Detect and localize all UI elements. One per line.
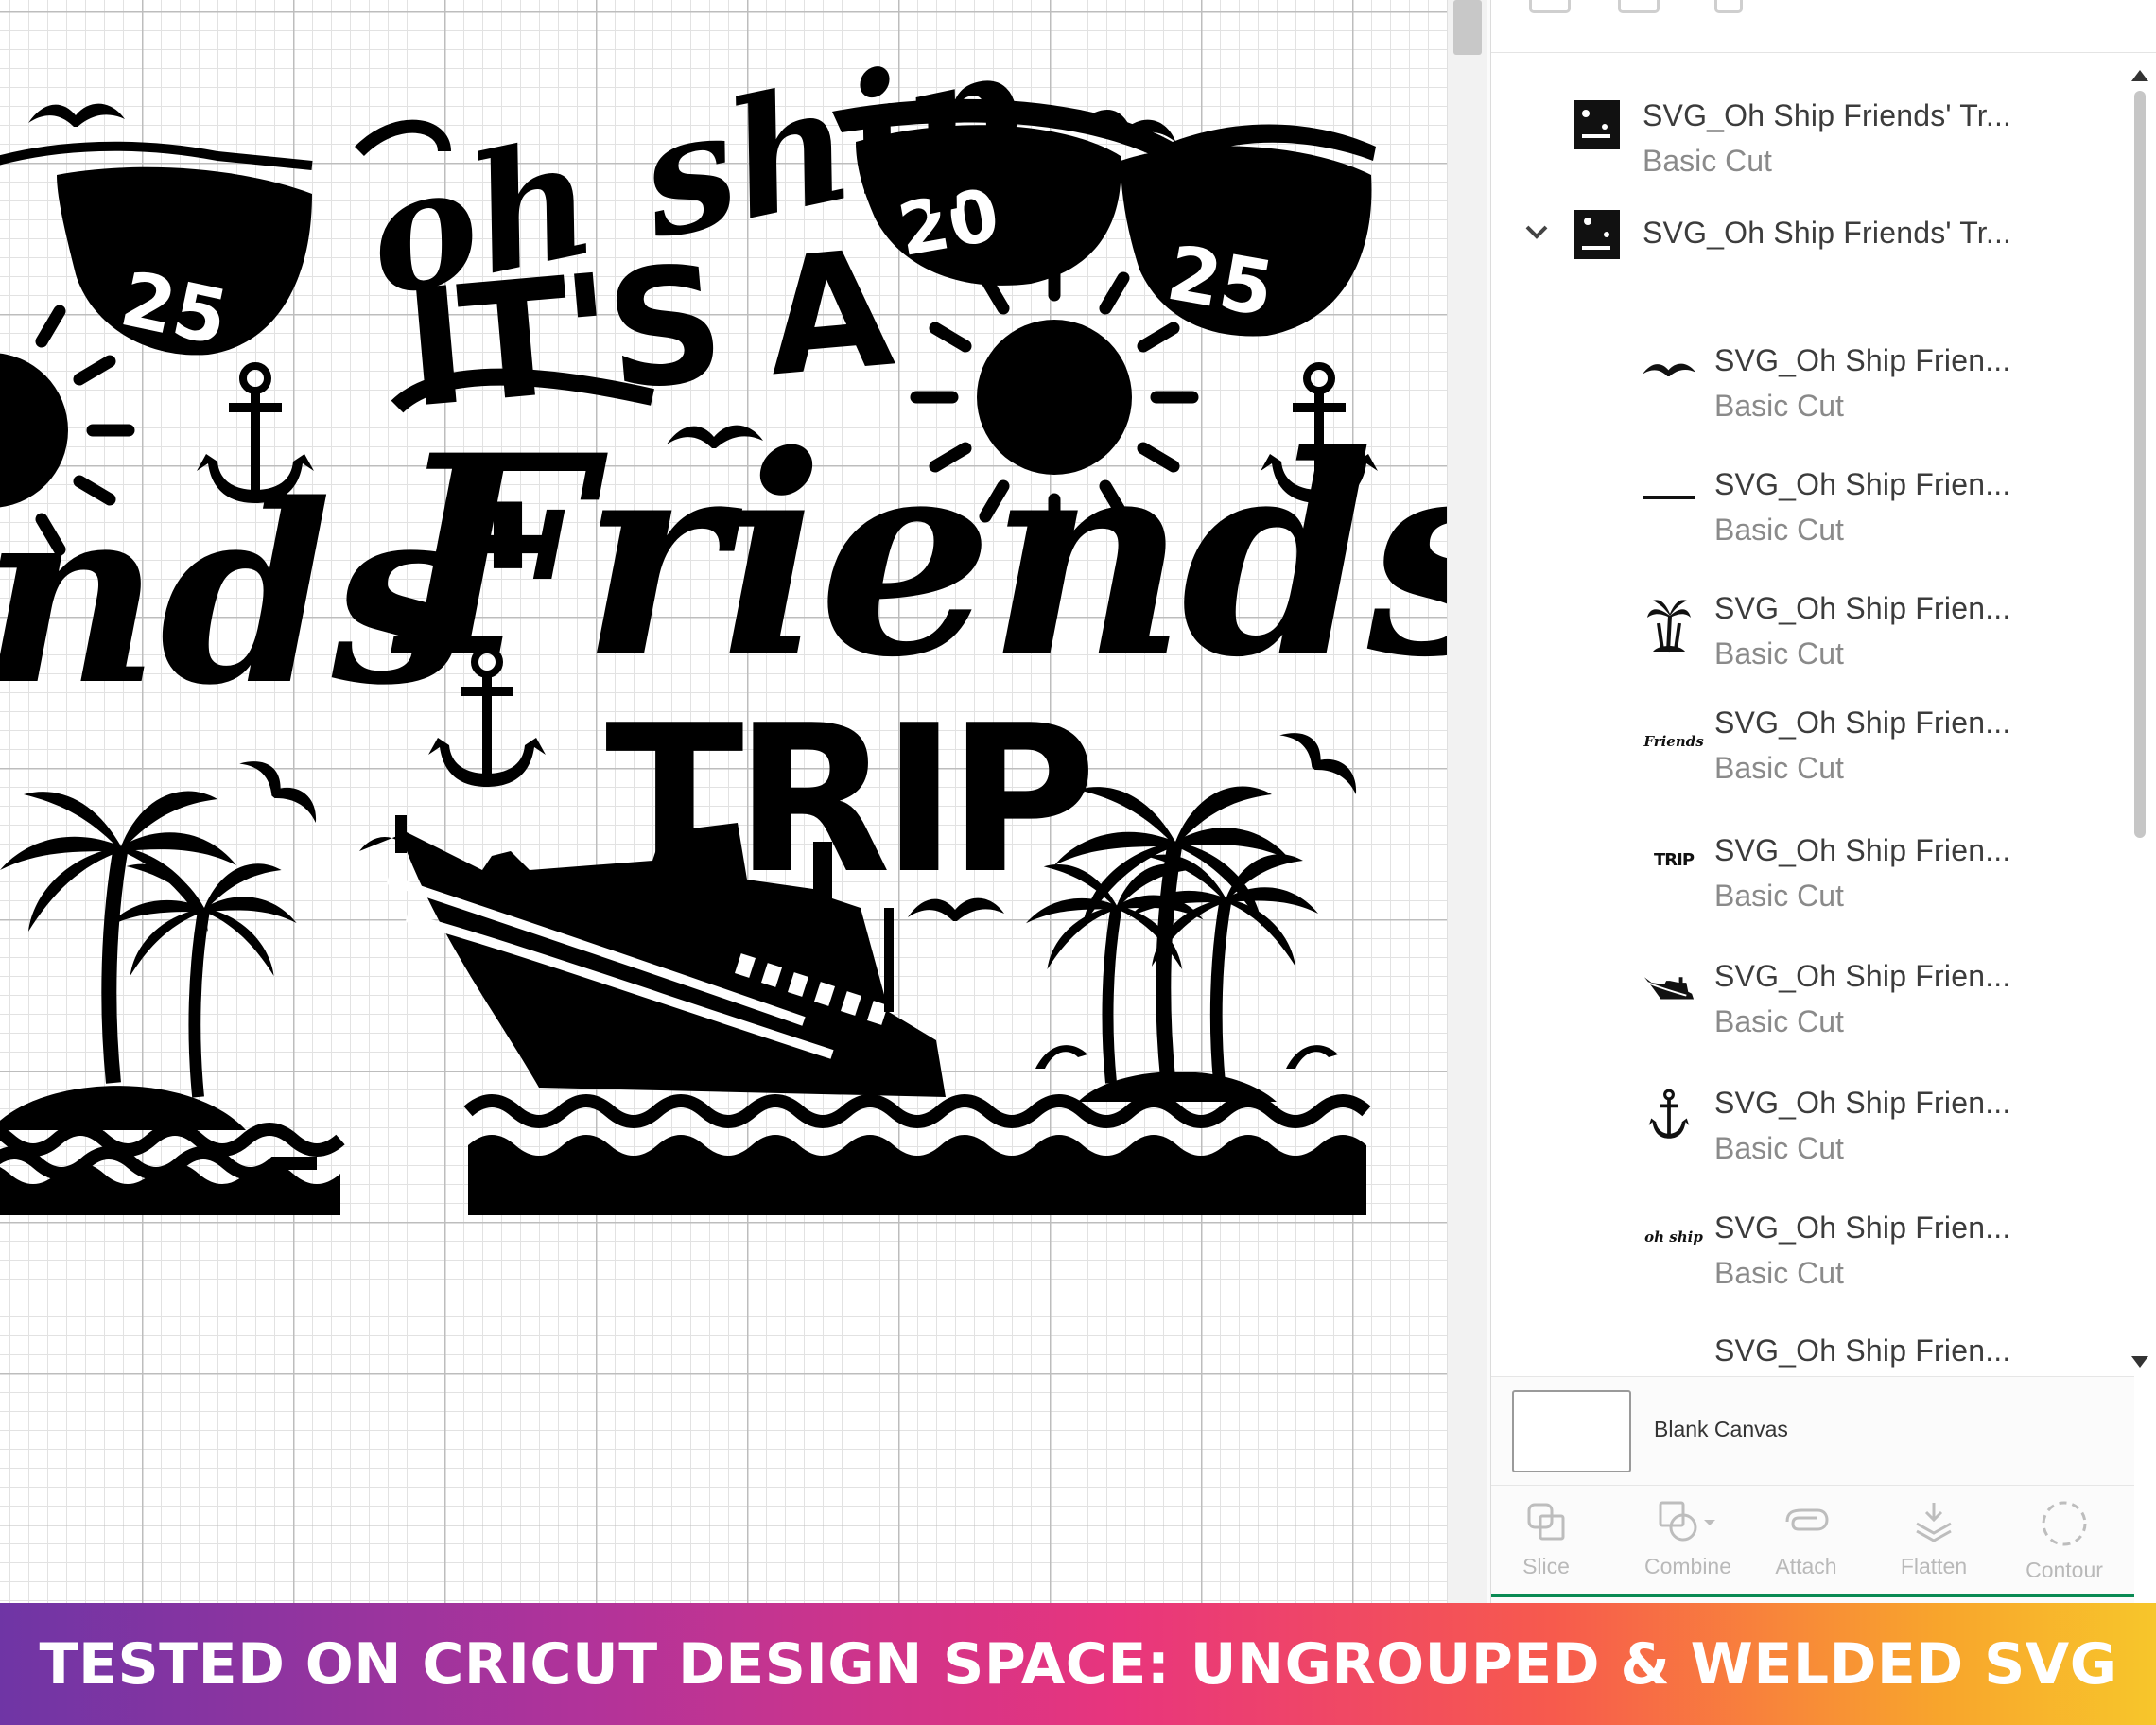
scroll-up-icon[interactable] <box>2131 70 2148 81</box>
design-year-right: 25 <box>1161 229 1280 334</box>
promo-banner: TESTED ON CRICUT DESIGN SPACE: UNGROUPED… <box>0 1603 2156 1725</box>
layer-name: SVG_Oh Ship Frien... <box>1714 833 2011 867</box>
attach-button[interactable]: Attach <box>1759 1499 1853 1594</box>
layer-item[interactable]: oh ship SVG_Oh Ship Frien... Basic Cut <box>1491 1211 2115 1324</box>
attach-icon <box>1785 1508 1829 1531</box>
layer-name: SVG_Oh Ship Frien... <box>1714 467 2011 501</box>
contour-label: Contour <box>2026 1558 2103 1582</box>
layer-operation: Basic Cut <box>1714 389 1844 423</box>
contour-icon <box>2042 1501 2087 1546</box>
main-design[interactable]: 20 25 oh ship IT'S A Friends' TRIP <box>351 11 1447 1215</box>
layer-item[interactable]: Friends SVG_Oh Ship Frien... Basic Cut <box>1491 706 2115 819</box>
layers-toolbar: Slice Combine Attach Flatten Contour <box>1491 1485 2134 1603</box>
layers-scrollbar-thumb[interactable] <box>2134 91 2146 838</box>
anchor-icon <box>1643 1089 1695 1142</box>
layer-item[interactable]: SVG_Oh Ship Frien... <box>1491 1333 2115 1377</box>
banner-text: TESTED ON CRICUT DESIGN SPACE: UNGROUPED… <box>39 1630 2117 1698</box>
layer-operation: Basic Cut <box>1643 144 1772 178</box>
layer-name: SVG_Oh Ship Friends' Tr... <box>1643 98 2012 132</box>
flatten-icon <box>1916 1503 1952 1542</box>
palm-tree-icon <box>108 863 297 1097</box>
waves <box>463 1094 1371 1215</box>
slice-icon <box>1527 1503 1565 1541</box>
combine-icon <box>1659 1501 1715 1542</box>
canvas-scrollbar-thumb[interactable] <box>1453 0 1482 55</box>
canvas-color-swatch[interactable] <box>1512 1390 1631 1472</box>
scroll-down-icon[interactable] <box>2131 1356 2148 1368</box>
ship-icon <box>1643 959 1695 1012</box>
layer-name: SVG_Oh Ship Frien... <box>1714 343 2011 377</box>
friends-text-icon: Friends <box>1643 733 1704 750</box>
dolphin-icon <box>1286 1045 1338 1069</box>
delete-icon[interactable] <box>1714 0 1743 13</box>
layer-name: SVG_Oh Ship Frien... <box>1714 1333 2011 1368</box>
chevron-down-icon[interactable] <box>1520 216 1554 250</box>
group-icon[interactable] <box>1529 0 1571 13</box>
layer-group[interactable]: SVG_Oh Ship Friends' Tr... <box>1491 185 2115 299</box>
layer-name: SVG_Oh Ship Friends' Tr... <box>1643 216 2012 250</box>
layer-operation: Basic Cut <box>1714 879 1844 913</box>
seagull-icon <box>1277 720 1366 801</box>
design-canvas[interactable]: 25 nds' 20 25 oh ship IT'S A Friend TRIP <box>0 0 1447 1603</box>
layer-item[interactable]: SVG_Oh Ship Frien... Basic Cut <box>1491 959 2115 1072</box>
palm-tree-icon <box>1643 599 1695 653</box>
layer-operation: Basic Cut <box>1714 513 1844 547</box>
trip-text-icon: TRIP <box>1653 849 1695 870</box>
attach-label: Attach <box>1775 1554 1837 1578</box>
layer-operation: Basic Cut <box>1714 751 1844 785</box>
seagull-icon <box>28 103 125 127</box>
layer-operation: Basic Cut <box>1714 1256 1844 1290</box>
island <box>0 1086 246 1130</box>
contour-button[interactable]: Contour <box>2017 1499 2112 1594</box>
slice-button[interactable]: Slice <box>1499 1499 1593 1594</box>
layer-item[interactable]: SVG_Oh Ship Frien... Basic Cut <box>1491 578 2115 691</box>
layer-item[interactable]: SVG_Oh Ship Frien... Basic Cut <box>1491 322 2115 436</box>
seagull-icon <box>1643 345 1695 398</box>
design-thumbnail-icon <box>1571 208 1624 261</box>
design-artwork[interactable]: 25 nds' 20 25 oh ship IT'S A Friend TRIP <box>0 0 1447 1603</box>
layers-panel: SVG_Oh Ship Friends' Tr... Basic Cut SVG… <box>1490 0 2156 1603</box>
layer-item[interactable]: SVG_Oh Ship Frien... Basic Cut <box>1491 450 2115 564</box>
dolphin-icon <box>1035 1045 1087 1069</box>
layer-item[interactable]: SVG_Oh Ship Frien... Basic Cut <box>1491 1086 2115 1199</box>
layers-panel-header <box>1491 0 2156 53</box>
layers-list: SVG_Oh Ship Friends' Tr... Basic Cut SVG… <box>1491 53 2156 1377</box>
oh-ship-text-icon: oh ship <box>1644 1228 1703 1246</box>
layer-operation: Basic Cut <box>1714 636 1844 671</box>
duplicate-icon[interactable] <box>1618 0 1660 13</box>
line-icon <box>1643 471 1695 524</box>
blank-canvas-row[interactable]: Blank Canvas <box>1491 1376 2134 1485</box>
canvas-scrollbar[interactable] <box>1447 0 1487 1603</box>
layer-item[interactable]: TRIP SVG_Oh Ship Frien... Basic Cut <box>1491 833 2115 947</box>
flatten-label: Flatten <box>1900 1554 1968 1578</box>
layer-name: SVG_Oh Ship Frien... <box>1714 591 2011 625</box>
layers-scrollbar[interactable] <box>2129 62 2151 1368</box>
design-friends: Friends' <box>389 396 1447 718</box>
seagull-icon <box>236 748 326 829</box>
layer-operation: Basic Cut <box>1714 1131 1844 1165</box>
layer-operation: Basic Cut <box>1714 1004 1844 1038</box>
flatten-button[interactable]: Flatten <box>1886 1499 1981 1594</box>
design-thumbnail-icon <box>1571 98 1624 151</box>
blank-canvas-label: Blank Canvas <box>1654 1417 1788 1441</box>
layer-name: SVG_Oh Ship Frien... <box>1714 1086 2011 1120</box>
combine-label: Combine <box>1643 1554 1732 1578</box>
slice-label: Slice <box>1522 1554 1570 1578</box>
layer-name: SVG_Oh Ship Frien... <box>1714 1211 2011 1245</box>
layer-name: SVG_Oh Ship Frien... <box>1714 706 2011 740</box>
layer-name: SVG_Oh Ship Frien... <box>1714 959 2011 993</box>
layer-item[interactable]: SVG_Oh Ship Friends' Tr... Basic Cut <box>1491 72 2115 185</box>
combine-button[interactable]: Combine <box>1631 1499 1745 1594</box>
